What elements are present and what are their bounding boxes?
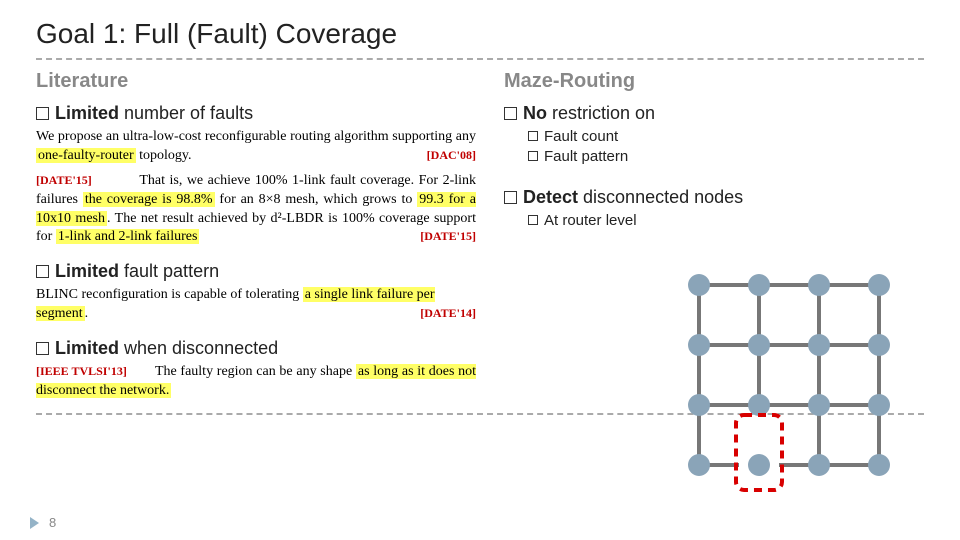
slide-title: Goal 1: Full (Fault) Coverage [36, 18, 924, 50]
bullet3-bold: Limited [55, 338, 119, 358]
right-heading: Maze-Routing [504, 70, 924, 93]
title-divider [36, 58, 924, 60]
right-sub-1: Fault count [528, 128, 924, 145]
cite-date15a: [DATE'15] [36, 172, 92, 188]
p3-pre: BLINC reconfiguration is capable of tole… [36, 287, 303, 302]
bullet1-bold: Limited [55, 103, 119, 123]
mesh-diagram [674, 260, 904, 500]
p1-hl: one-faulty-router [36, 148, 136, 163]
mesh-svg [674, 260, 904, 500]
p1-pre: We propose an ultra-low-cost reconfigura… [36, 129, 476, 144]
rbullet1-tail: restriction on [547, 103, 655, 123]
rsub2-text: Fault pattern [544, 148, 628, 165]
excerpt-1: We propose an ultra-low-cost reconfigura… [36, 128, 476, 166]
page-marker-icon [30, 517, 39, 529]
p3-post: . [85, 306, 89, 321]
checkbox-icon [504, 107, 517, 120]
bullet3-tail: when disconnected [119, 338, 278, 358]
left-bullet-3: Limited when disconnected [36, 338, 476, 359]
bullet2-tail: fault pattern [119, 261, 219, 281]
cite-dac08: [DAC'08] [427, 147, 476, 163]
bullet1-tail: number of faults [119, 103, 253, 123]
cite-tvlsi13: [IEEE TVLSI'13] [36, 363, 127, 379]
excerpt-3: BLINC reconfiguration is capable of tole… [36, 286, 476, 324]
p1-post: topology. [136, 148, 192, 163]
left-bullet-1: Limited number of faults [36, 103, 476, 124]
left-heading: Literature [36, 70, 476, 93]
disconnected-highlight [736, 415, 782, 490]
left-column: Literature Limited number of faults We p… [36, 70, 476, 403]
excerpt-2: [DATE'15] That is, we achieve 100% 1-lin… [36, 172, 476, 248]
right-column: Maze-Routing No restriction on Fault cou… [504, 70, 924, 403]
checkbox-icon [528, 215, 538, 225]
checkbox-icon [528, 131, 538, 141]
cite-date15b: [DATE'15] [420, 228, 476, 244]
checkbox-icon [504, 191, 517, 204]
rbullet2-tail: disconnected nodes [578, 187, 743, 207]
right-sub-3: At router level [528, 212, 924, 229]
bullet2-bold: Limited [55, 261, 119, 281]
checkbox-icon [36, 265, 49, 278]
rbullet2-bold: Detect [523, 187, 578, 207]
rbullet1-bold: No [523, 103, 547, 123]
page-number: 8 [49, 515, 56, 530]
checkbox-icon [36, 342, 49, 355]
right-bullet-1: No restriction on [504, 103, 924, 124]
right-bullet-2: Detect disconnected nodes [504, 187, 924, 208]
rsub1-text: Fault count [544, 128, 618, 145]
footer: 8 [30, 515, 56, 530]
checkbox-icon [528, 151, 538, 161]
columns: Literature Limited number of faults We p… [36, 70, 924, 403]
cite-date14: [DATE'14] [420, 305, 476, 321]
right-sub-2: Fault pattern [528, 148, 924, 165]
p2-hl3: 1-link and 2-link failures [56, 229, 200, 244]
p2-hl1: the coverage is 98.8% [83, 192, 215, 207]
excerpt-4: [IEEE TVLSI'13] The faulty region can be… [36, 363, 476, 401]
checkbox-icon [36, 107, 49, 120]
p2-mid: for an 8×8 mesh, which grows to [215, 192, 418, 207]
rsub3-text: At router level [544, 212, 637, 229]
left-bullet-2: Limited fault pattern [36, 261, 476, 282]
